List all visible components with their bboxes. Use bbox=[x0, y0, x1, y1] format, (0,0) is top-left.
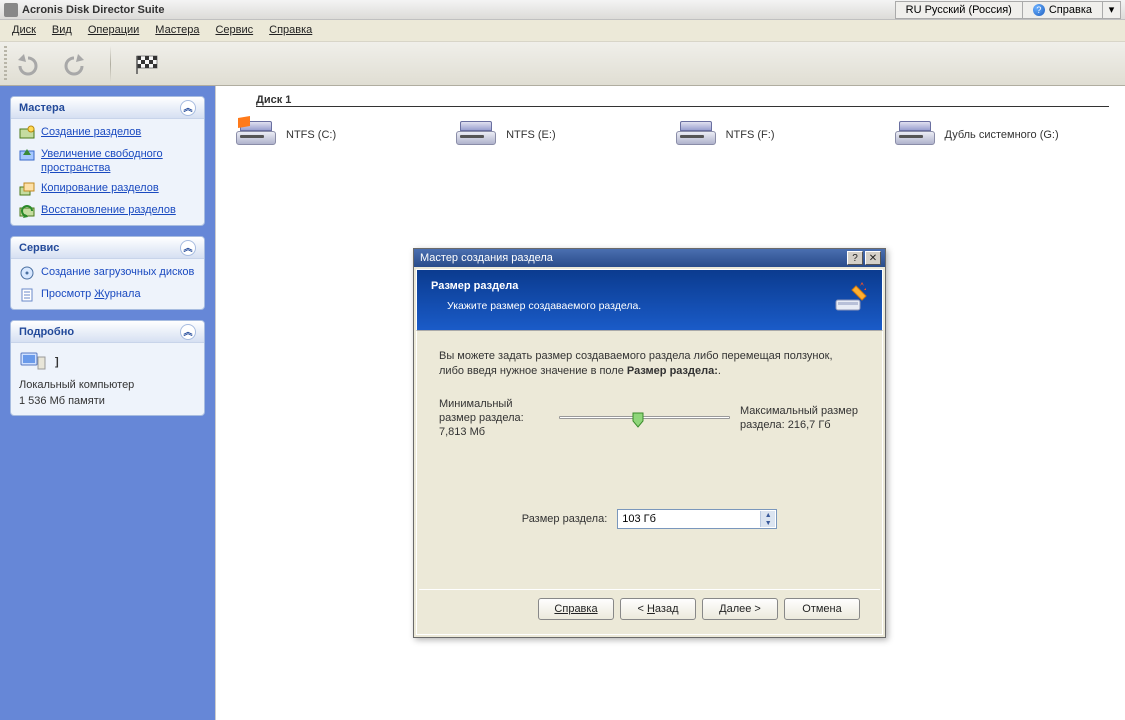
disk-label: NTFS (F:) bbox=[726, 129, 775, 141]
sidebar-item-label: Увеличение свободного пространства bbox=[41, 148, 163, 174]
size-input[interactable] bbox=[618, 510, 776, 528]
toolbar-separator bbox=[110, 46, 111, 82]
help-icon: ? bbox=[1033, 4, 1045, 16]
disk-label: NTFS (C:) bbox=[286, 129, 336, 141]
spinner-up-icon[interactable]: ▲ bbox=[761, 511, 775, 519]
sidebar-item-label: Создание загрузочных дисков bbox=[41, 265, 194, 279]
sidebar-item-restore-partition[interactable]: Восстановление разделов bbox=[19, 203, 196, 219]
disk-group-title: Диск 1 bbox=[256, 94, 1109, 107]
panel-service-title: Сервис bbox=[19, 242, 59, 254]
info-computer: Локальный компьютер bbox=[19, 379, 196, 391]
sidebar-item-view-log[interactable]: Просмотр Журнала bbox=[19, 287, 196, 303]
menu-operations[interactable]: Операции bbox=[88, 24, 139, 37]
help-label: Справка bbox=[1049, 4, 1092, 16]
max-size-label: Максимальный размер раздела: 216,7 Гб bbox=[740, 404, 860, 432]
panel-wizards-header[interactable]: Мастера ︽ bbox=[11, 97, 204, 119]
sidebar-item-boot-disk[interactable]: Создание загрузочных дисков bbox=[19, 265, 196, 281]
spinner-down-icon[interactable]: ▼ bbox=[761, 519, 775, 527]
menu-disk[interactable]: Диск bbox=[12, 24, 36, 37]
app-title: Acronis Disk Director Suite bbox=[22, 4, 164, 16]
disk-label: NTFS (E:) bbox=[506, 129, 556, 141]
disk-icon bbox=[676, 121, 716, 149]
panel-info-title: Подробно bbox=[19, 326, 74, 338]
dialog-title: Мастер создания раздела bbox=[420, 252, 553, 264]
next-button[interactable]: Далее > bbox=[702, 598, 778, 620]
disk-icon bbox=[236, 121, 276, 149]
size-slider[interactable] bbox=[559, 408, 730, 428]
disk-item-e[interactable]: NTFS (E:) bbox=[456, 121, 556, 149]
help-button[interactable]: Справка bbox=[538, 598, 614, 620]
disk-label: Дубль системного (G:) bbox=[945, 129, 1059, 141]
panel-wizards: Мастера ︽ Создание разделов Увеличение с… bbox=[10, 96, 205, 226]
chevron-up-icon: ︽ bbox=[180, 324, 196, 340]
menu-service[interactable]: Сервис bbox=[215, 24, 253, 37]
back-button[interactable]: < Назад bbox=[620, 598, 696, 620]
menu-view[interactable]: Вид bbox=[52, 24, 72, 37]
sidebar-item-increase-space[interactable]: Увеличение свободного пространства bbox=[19, 147, 196, 175]
sidebar-item-label: Восстановление разделов bbox=[41, 204, 176, 216]
size-spinner[interactable]: ▲ ▼ bbox=[617, 509, 777, 529]
titlebar-dropdown[interactable]: ▾ bbox=[1103, 1, 1121, 19]
titlebar: Acronis Disk Director Suite RU Русский (… bbox=[0, 0, 1125, 20]
sidebar: Мастера ︽ Создание разделов Увеличение с… bbox=[0, 86, 215, 720]
log-icon bbox=[19, 287, 35, 303]
chevron-up-icon: ︽ bbox=[180, 100, 196, 116]
menubar: Диск Вид Операции Мастера Сервис Справка bbox=[0, 20, 1125, 42]
sidebar-item-create-partition[interactable]: Создание разделов bbox=[19, 125, 196, 141]
chevron-up-icon: ︽ bbox=[180, 240, 196, 256]
undo-button[interactable] bbox=[12, 48, 44, 80]
create-partition-icon bbox=[19, 125, 35, 141]
wizard-dialog: Мастер создания раздела ? ✕ Размер разде… bbox=[413, 248, 886, 638]
restore-partition-icon bbox=[19, 203, 35, 219]
language-label: RU Русский (Россия) bbox=[906, 4, 1012, 16]
sidebar-item-copy-partition[interactable]: Копирование разделов bbox=[19, 181, 196, 197]
copy-partition-icon bbox=[19, 181, 35, 197]
wizard-wand-icon bbox=[832, 280, 868, 316]
language-selector[interactable]: RU Русский (Россия) bbox=[895, 1, 1023, 19]
sidebar-item-label: Копирование разделов bbox=[41, 182, 159, 194]
slider-thumb-icon[interactable] bbox=[631, 411, 645, 429]
info-memory: 1 536 Мб памяти bbox=[19, 395, 196, 407]
commit-button[interactable] bbox=[131, 48, 163, 80]
panel-wizards-title: Мастера bbox=[19, 102, 65, 114]
computer-icon bbox=[19, 351, 47, 373]
menu-help[interactable]: Справка bbox=[269, 24, 312, 37]
disk-icon bbox=[895, 121, 935, 149]
disk-item-c[interactable]: NTFS (C:) bbox=[236, 121, 336, 149]
increase-space-icon bbox=[19, 147, 35, 163]
app-icon bbox=[4, 3, 18, 17]
dialog-close-button[interactable]: ✕ bbox=[865, 251, 881, 265]
boot-disk-icon bbox=[19, 265, 35, 281]
panel-info: Подробно ︽ ] Локальный компьютер 1 536 М… bbox=[10, 320, 205, 416]
dialog-banner-heading: Размер раздела bbox=[431, 280, 832, 292]
min-size-label: Минимальный размер раздела: 7,813 Мб bbox=[439, 397, 549, 439]
dialog-banner: Размер раздела Укажите размер создаваемо… bbox=[416, 269, 883, 330]
dialog-banner-sub: Укажите размер создаваемого раздела. bbox=[431, 300, 832, 312]
size-field-label: Размер раздела: bbox=[522, 513, 608, 525]
disk-item-f[interactable]: NTFS (F:) bbox=[676, 121, 775, 149]
info-bracket: ] bbox=[55, 356, 59, 368]
panel-service: Сервис ︽ Создание загрузочных дисков Про… bbox=[10, 236, 205, 310]
toolbar bbox=[0, 42, 1125, 86]
panel-info-header[interactable]: Подробно ︽ bbox=[11, 321, 204, 343]
disk-item-g[interactable]: Дубль системного (G:) bbox=[895, 121, 1059, 149]
redo-button[interactable] bbox=[58, 48, 90, 80]
disk-icon bbox=[456, 121, 496, 149]
menu-wizards[interactable]: Мастера bbox=[155, 24, 199, 37]
dialog-description: Вы можете задать размер создаваемого раз… bbox=[439, 349, 860, 379]
cancel-button[interactable]: Отмена bbox=[784, 598, 860, 620]
dialog-titlebar[interactable]: Мастер создания раздела ? ✕ bbox=[414, 249, 885, 267]
toolbar-grip bbox=[4, 46, 7, 81]
panel-service-header[interactable]: Сервис ︽ bbox=[11, 237, 204, 259]
sidebar-item-label: Создание разделов bbox=[41, 126, 141, 138]
dialog-help-button[interactable]: ? bbox=[847, 251, 863, 265]
help-button[interactable]: ? Справка bbox=[1023, 1, 1103, 19]
dialog-body: Вы можете задать размер создаваемого раз… bbox=[416, 330, 883, 635]
